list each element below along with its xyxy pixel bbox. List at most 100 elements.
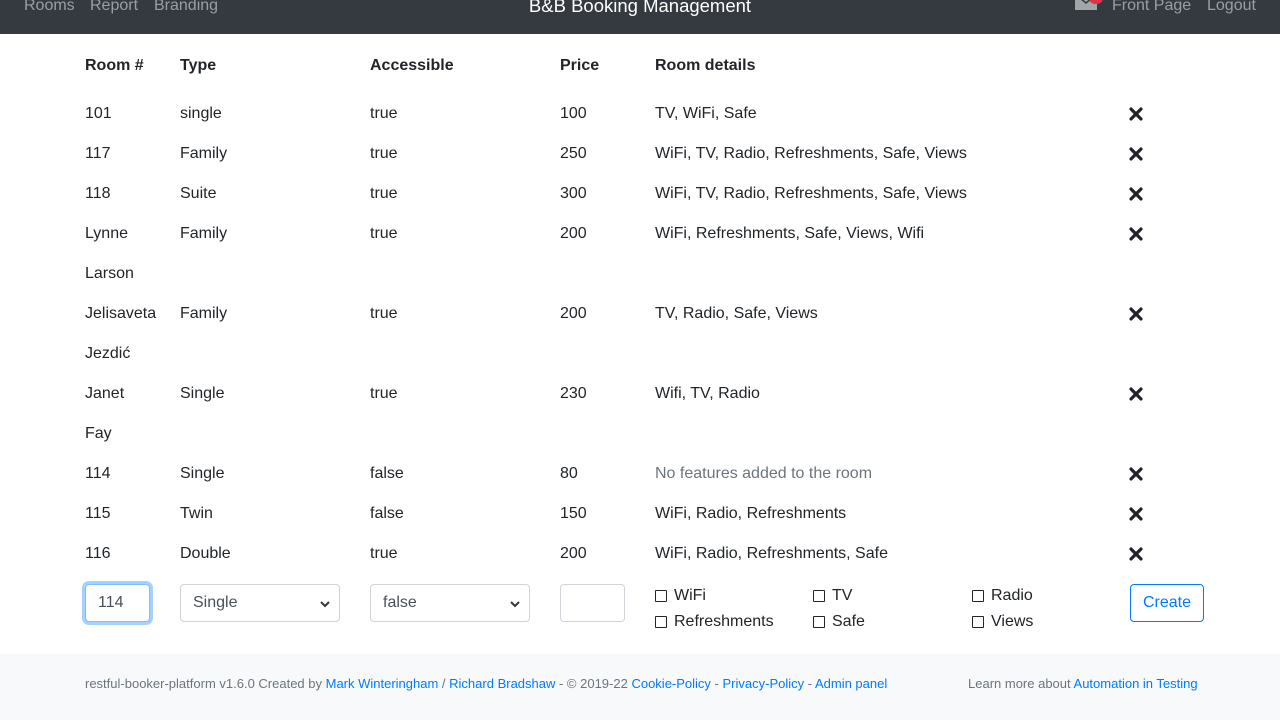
checkbox-unchecked-icon[interactable] (655, 590, 667, 602)
views-checkbox-label: Views (991, 613, 1034, 630)
room-number-cell: Janet (85, 385, 125, 402)
checkbox-unchecked-icon[interactable] (813, 616, 825, 628)
footer-copyright: - © 2019-22 (555, 676, 632, 691)
accessible-selected: false (383, 594, 417, 611)
checkbox-unchecked-icon[interactable] (972, 616, 984, 628)
footer-learn-text: Learn more about (968, 676, 1074, 691)
footer-prefix: restful-booker-platform v1.6.0 Created b… (85, 676, 326, 691)
create-room-button[interactable]: Create (1130, 584, 1204, 622)
room-type-select[interactable]: Single (180, 584, 340, 622)
delete-room-icon[interactable] (1129, 147, 1143, 161)
room-accessible-cell: true (370, 145, 398, 162)
admin-panel-link[interactable]: Admin panel (815, 676, 887, 691)
checkbox-unchecked-icon[interactable] (972, 590, 984, 602)
room-type-cell: Single (180, 385, 225, 402)
delete-room-icon[interactable] (1129, 507, 1143, 521)
room-accessible-cell: true (370, 385, 398, 402)
room-price-cell: 200 (560, 545, 587, 562)
automation-in-testing-link[interactable]: Automation in Testing (1074, 676, 1198, 691)
room-number-cell: 116 (85, 545, 111, 562)
chevron-down-icon (510, 601, 520, 608)
delete-room-icon[interactable] (1129, 547, 1143, 561)
header-accessible: Accessible (370, 57, 454, 74)
author-link-mark[interactable]: Mark Winteringham (326, 676, 439, 691)
room-details-cell: TV, WiFi, Safe (655, 105, 757, 122)
room-accessible-cell: false (370, 505, 404, 522)
room-accessible-cell: true (370, 305, 398, 322)
delete-room-icon[interactable] (1129, 467, 1143, 481)
room-type-cell: Twin (180, 505, 213, 522)
radio-checkbox-label: Radio (991, 587, 1033, 604)
delete-room-icon[interactable] (1129, 187, 1143, 201)
checkbox-unchecked-icon[interactable] (655, 616, 667, 628)
delete-room-icon[interactable] (1129, 227, 1143, 241)
room-price-cell: 80 (560, 465, 578, 482)
checkbox-unchecked-icon[interactable] (813, 590, 825, 602)
footer-separator: / (438, 676, 450, 691)
room-accessible-cell: false (370, 465, 404, 482)
room-type-selected: Single (193, 594, 238, 611)
room-type-cell: Family (180, 225, 228, 242)
room-type-cell: Single (180, 465, 225, 482)
room-accessible-cell: true (370, 225, 398, 242)
header-room-details: Room details (655, 57, 756, 74)
header-price: Price (560, 57, 600, 74)
cookie-policy-link[interactable]: Cookie-Policy (631, 676, 710, 691)
header-room-number: Room # (85, 57, 144, 74)
room-accessible-cell: true (370, 105, 398, 122)
privacy-policy-link[interactable]: Privacy-Policy (723, 676, 805, 691)
room-type-cell: Suite (180, 185, 217, 202)
header-type: Type (180, 57, 217, 74)
tv-checkbox-label: TV (832, 587, 853, 604)
footer-dash: - (804, 676, 815, 691)
footer-dash: - (710, 676, 723, 691)
room-number-cell: 114 (85, 465, 111, 482)
room-number-cell: Lynne (85, 225, 128, 242)
delete-room-icon[interactable] (1129, 307, 1143, 321)
room-details-cell: WiFi, Refreshments, Safe, Views, Wifi (655, 225, 925, 242)
room-number-cell: 101 (85, 105, 112, 122)
room-details-empty-cell: No features added to the room (655, 465, 873, 482)
room-details-cell: WiFi, TV, Radio, Refreshments, Safe, Vie… (655, 145, 967, 162)
room-price-cell: 150 (560, 505, 587, 522)
delete-room-icon[interactable] (1129, 107, 1143, 121)
room-details-cell: WiFi, Radio, Refreshments (655, 505, 847, 522)
room-number-input[interactable]: 114 (85, 584, 150, 622)
room-number-cell: 117 (85, 145, 111, 162)
room-price-cell: 200 (560, 225, 587, 242)
room-accessible-cell: true (370, 545, 398, 562)
safe-checkbox-label: Safe (832, 613, 865, 630)
room-price-cell: 230 (560, 385, 587, 402)
room-details-cell: TV, Radio, Safe, Views (655, 305, 818, 322)
accessible-select[interactable]: false (370, 584, 530, 622)
top-navbar: Rooms Report Branding B&B Booking Manage… (0, 0, 1280, 34)
room-price-cell: 300 (560, 185, 587, 202)
chevron-down-icon (320, 601, 330, 608)
room-number-cell: Jelisaveta (85, 305, 157, 322)
room-number-cell-line2: Larson (85, 265, 134, 282)
room-accessible-cell: true (370, 185, 398, 202)
room-details-cell: WiFi, TV, Radio, Refreshments, Safe, Vie… (655, 185, 967, 202)
room-details-cell: Wifi, TV, Radio (655, 385, 760, 402)
delete-room-icon[interactable] (1129, 387, 1143, 401)
refreshments-checkbox-label: Refreshments (674, 613, 774, 630)
room-type-cell: Family (180, 305, 228, 322)
room-number-cell-line2: Fay (85, 425, 112, 442)
room-price-cell: 200 (560, 305, 587, 322)
footer-learn-more: Learn more about Automation in Testing (968, 676, 1198, 691)
room-price-input[interactable] (560, 584, 625, 622)
room-price-cell: 100 (560, 105, 587, 122)
footer-credits: restful-booker-platform v1.6.0 Created b… (85, 676, 887, 691)
wifi-checkbox-label: WiFi (674, 587, 706, 604)
room-number-cell: 115 (85, 505, 111, 522)
room-number-cell-line2: Jezdić (85, 345, 131, 362)
author-link-richard[interactable]: Richard Bradshaw (449, 676, 555, 691)
room-number-input-value: 114 (98, 594, 124, 611)
room-type-cell: Family (180, 145, 228, 162)
logout-link[interactable]: Logout (1207, 0, 1256, 14)
room-number-cell: 118 (85, 185, 111, 202)
room-type-cell: single (180, 105, 222, 122)
room-details-cell: WiFi, Radio, Refreshments, Safe (655, 545, 888, 562)
front-page-link[interactable]: Front Page (1112, 0, 1191, 14)
room-price-cell: 250 (560, 145, 587, 162)
